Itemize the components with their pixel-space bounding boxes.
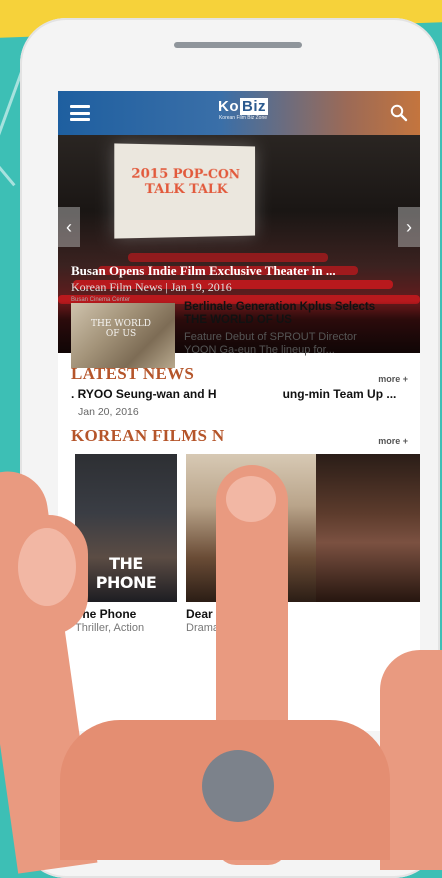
chevron-right-icon[interactable]: › <box>398 207 420 247</box>
korean-films-title: KOREAN FILMS N <box>71 426 225 445</box>
thumbnail-nail-left <box>18 528 76 606</box>
news-thumbnail[interactable]: THE WORLD OF US <box>71 303 175 368</box>
thumbnail-text: THE WORLD OF US <box>91 319 151 339</box>
fingernail-pointer <box>226 476 276 522</box>
phone-speaker <box>174 42 302 48</box>
menu-icon[interactable] <box>70 105 90 121</box>
hero-meta: Korean Film News | Jan 19, 2016 <box>71 280 232 294</box>
news-item-date: Jan 20, 2016 <box>78 406 139 418</box>
logo-subtitle: Korean Film Biz Zone <box>218 115 268 121</box>
latest-news-more-link[interactable]: more + <box>378 374 408 384</box>
poster-title: THE PHONE <box>95 554 157 592</box>
hero-image: 2015 POP-CON TALK TALK <box>114 143 256 239</box>
news-summary: Feature Debut of SPROUT Director YOON Ga… <box>184 331 357 356</box>
decor-line <box>0 153 16 187</box>
film-poster[interactable]: THE PHONE <box>75 454 177 602</box>
film-genre: Thriller, Action <box>75 622 145 634</box>
news-item-title[interactable]: . RYOO Seung-wan and Hung-min Team Up ..… <box>71 387 396 401</box>
hero-title[interactable]: Busan Opens Indie Film Exclusive Theater… <box>71 263 336 279</box>
chevron-left-icon[interactable]: ‹ <box>58 207 80 247</box>
film-genre: Drama <box>186 622 220 634</box>
app-header: Ko Biz Korean Film Biz Zone <box>58 91 420 135</box>
search-icon[interactable] <box>390 104 408 122</box>
screen-text: 2015 POP-CON TALK TALK <box>131 166 241 198</box>
news-headline[interactable]: Berlinale Generation Kplus Selects THE W… <box>184 301 384 326</box>
home-button[interactable] <box>202 750 274 822</box>
korean-films-more-link[interactable]: more + <box>378 436 408 446</box>
film-poster[interactable] <box>316 454 420 602</box>
app-logo[interactable]: Ko Biz Korean Film Biz Zone <box>208 98 278 129</box>
